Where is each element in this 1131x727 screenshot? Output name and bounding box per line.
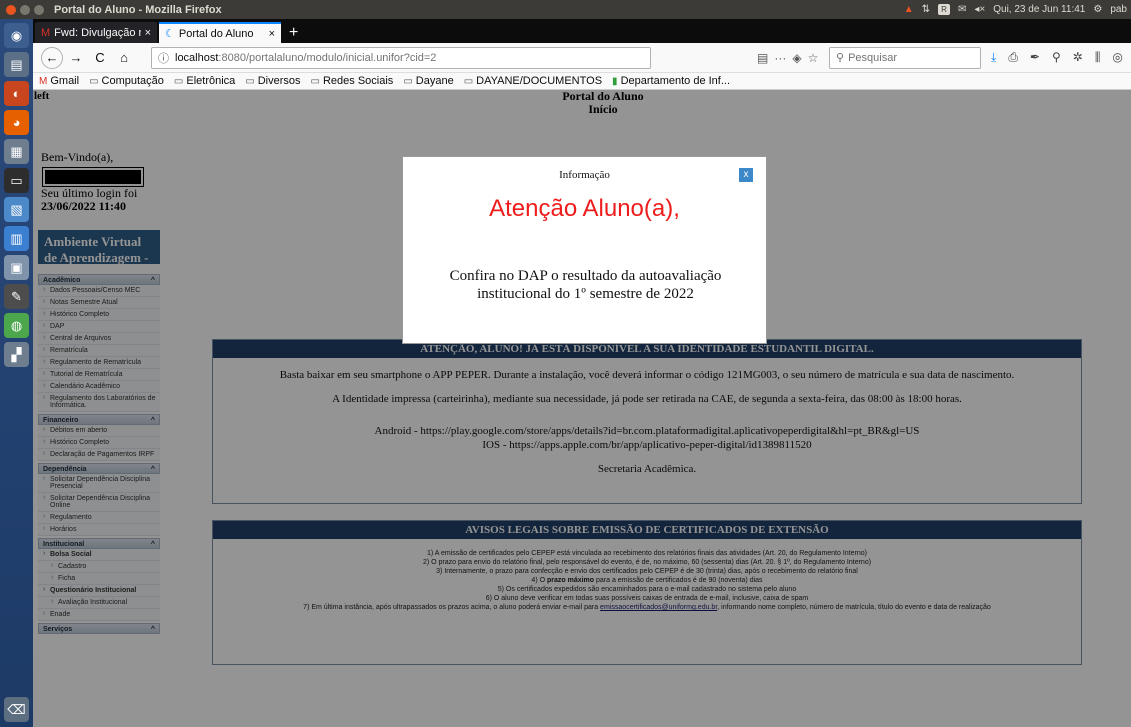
tools-icon[interactable]: ✒ — [1030, 50, 1040, 65]
find-icon[interactable]: ⚲ — [1052, 50, 1061, 65]
bookmark-star-icon[interactable]: ☆ — [808, 51, 819, 65]
document-viewer-icon[interactable]: ▦ — [4, 139, 29, 164]
folder-icon: ▭ — [463, 75, 474, 87]
flag-icon: ▮ — [612, 75, 618, 87]
info-modal: Informação x Atenção Aluno(a), Confira n… — [402, 156, 767, 344]
browser-tab-bar: M Fwd: Divulgação resultad × ☾ Portal do… — [33, 19, 1131, 43]
clock[interactable]: Qui, 23 de Jun 11:41 — [993, 4, 1085, 15]
bookmark-label: Eletrônica — [186, 75, 236, 87]
reader-view-icon[interactable]: ▤ — [757, 51, 768, 65]
browser-toolbar-right: ⤓ ⎙ ✒ ⚲ ✲ ⫼ ◎ ◫ » ≡ — [991, 50, 1131, 65]
search-icon: ⚲ — [836, 52, 845, 64]
bookmark-label: Diversos — [257, 75, 301, 87]
url-host: localhost — [175, 51, 219, 64]
bookmark-label: Redes Sociais — [322, 75, 394, 87]
software-icon[interactable]: ◐ — [4, 81, 29, 106]
window-close-button[interactable] — [6, 4, 16, 15]
folder-icon: ▭ — [173, 75, 184, 87]
modal-message: Confira no DAP o resultado da autoavalia… — [449, 268, 722, 302]
bookmark-redes-sociais[interactable]: ▭ Redes Sociais — [311, 75, 394, 87]
bookmark-dayane-documentos[interactable]: ▭ DAYANE/DOCUMENTOS — [464, 75, 602, 87]
bookmark-label: Dayane — [415, 75, 454, 87]
app-launcher: ◉ ▤ ◐ ◕ ▦ ▭ ▧ ▥ ▣ ✎ ◍ ▞ ⌫ — [0, 19, 33, 727]
folder-icon: ▭ — [403, 75, 413, 87]
download-icon[interactable]: ⤓ — [991, 50, 996, 65]
folder-icon: ▭ — [245, 75, 255, 87]
tab-label: Fwd: Divulgação resultad — [54, 26, 141, 39]
folder-icon: ▭ — [310, 75, 320, 87]
gmail-icon: M — [41, 26, 51, 39]
android-studio-icon[interactable]: ◍ — [4, 313, 29, 338]
print-icon[interactable]: ⎙ — [1008, 50, 1018, 65]
bookmark-departamento[interactable]: ▮ Departamento de Inf... — [612, 75, 730, 87]
pocket-icon[interactable]: ◈ — [792, 51, 801, 65]
modal-title: Informação — [559, 169, 610, 181]
tab-close-icon[interactable]: × — [269, 28, 275, 40]
firefox-icon[interactable]: ◕ — [4, 110, 29, 135]
tab-portal-do-aluno[interactable]: ☾ Portal do Aluno × — [159, 22, 281, 43]
tab-label: Portal do Aluno — [178, 27, 254, 40]
window-minimize-button[interactable] — [20, 4, 30, 15]
system-monitor-icon[interactable]: ▧ — [4, 197, 29, 222]
bookmark-label: DAYANE/DOCUMENTOS — [476, 75, 603, 87]
os-top-panel: Portal do Aluno - Mozilla Firefox ▲ ⇅ R … — [0, 0, 1131, 19]
search-box[interactable]: ⚲ Pesquisar — [829, 46, 981, 69]
page-actions-icon[interactable]: ··· — [774, 51, 786, 65]
modal-heading: Atenção Aluno(a), — [489, 195, 680, 222]
gmail-icon: M — [39, 75, 48, 87]
volume-icon[interactable]: ◂× — [974, 4, 985, 15]
warning-icon[interactable]: ▲ — [904, 4, 914, 15]
dash-icon[interactable]: ◉ — [4, 23, 29, 48]
page-content: left Portal do Aluno Início Bem-Vindo(a)… — [33, 90, 1131, 727]
bookmark-diversos[interactable]: ▭ Diversos — [245, 75, 300, 87]
window-title: Portal do Aluno - Mozilla Firefox — [54, 3, 222, 16]
forward-icon[interactable]: → — [65, 47, 87, 69]
terminal-icon[interactable]: ▭ — [4, 168, 29, 193]
trash-icon[interactable]: ⌫ — [4, 697, 29, 722]
synced-tabs-icon[interactable]: ◎ — [1112, 50, 1122, 65]
files-icon[interactable]: ▤ — [4, 52, 29, 77]
url-tools: ▤ ··· ◈ ☆ — [757, 51, 818, 65]
reload-icon[interactable]: C — [89, 47, 111, 69]
bookmarks-toolbar: M Gmail ▭ Computação ▭ Eletrônica ▭ Diversos… — [33, 73, 1131, 90]
library-icon[interactable]: ⫼ — [1095, 50, 1101, 65]
home-icon[interactable]: ⌂ — [113, 47, 135, 69]
new-tab-button[interactable]: + — [281, 22, 306, 43]
settings-gear-icon[interactable]: ⚙ — [1093, 4, 1102, 15]
folder-icon: ▭ — [89, 75, 99, 87]
bookmark-gmail[interactable]: M Gmail — [39, 75, 79, 87]
tab-close-icon[interactable]: × — [145, 27, 151, 39]
extension-gear-icon[interactable]: ✲ — [1073, 50, 1083, 65]
url-path: :8080/portalaluno/modulo/inicial.unifor?… — [218, 51, 437, 64]
bookmark-label: Departamento de Inf... — [620, 75, 731, 87]
text-editor-icon[interactable]: ▥ — [4, 226, 29, 251]
workspaces-icon[interactable]: ▞ — [4, 342, 29, 367]
bookmark-dayane[interactable]: ▭ Dayane — [403, 75, 453, 87]
back-icon[interactable]: ← — [41, 46, 63, 69]
url-bar[interactable]: ⓘ localhost :8080/portalaluno/modulo/ini… — [151, 46, 651, 69]
tab-gmail[interactable]: M Fwd: Divulgação resultad × — [35, 22, 157, 43]
bookmark-label: Computação — [101, 75, 164, 87]
modal-close-button[interactable]: x — [739, 168, 753, 182]
bookmark-label: Gmail — [50, 75, 80, 87]
browser-nav-bar: ← → C ⌂ ⓘ localhost :8080/portalaluno/mo… — [33, 43, 1131, 73]
bookmark-eletronica[interactable]: ▭ Eletrônica — [174, 75, 235, 87]
network-icon[interactable]: ⇅ — [922, 4, 930, 15]
system-tray: ▲ ⇅ R ✉ ◂× Qui, 23 de Jun 11:41 ⚙ pab — [904, 0, 1127, 19]
search-placeholder: Pesquisar — [848, 51, 897, 64]
keyboard-layout-icon[interactable]: R — [937, 4, 950, 15]
bookmark-computacao[interactable]: ▭ Computação — [89, 75, 164, 87]
screenshot-icon[interactable]: ▣ — [4, 255, 29, 280]
site-info-icon[interactable]: ⓘ — [158, 50, 169, 66]
window-maximize-button[interactable] — [34, 4, 44, 15]
user-name[interactable]: pab — [1110, 4, 1127, 15]
loading-icon: ☾ — [165, 28, 175, 40]
inkscape-icon[interactable]: ✎ — [4, 284, 29, 309]
mail-icon[interactable]: ✉ — [958, 4, 966, 15]
